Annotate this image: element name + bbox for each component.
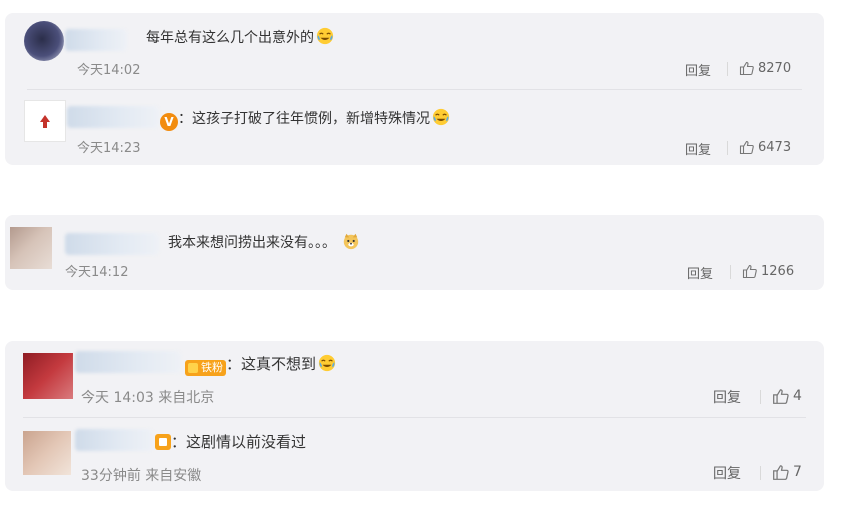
- comment-text: 每年总有这么几个出意外的: [146, 27, 334, 47]
- comment-card-2: 我本来想问捞出来没有。。。 今天14:12 回复 1266: [5, 215, 824, 290]
- comment-time: 今天14:12: [65, 265, 129, 280]
- comment-text: 我本来想问捞出来没有。。。: [168, 232, 360, 252]
- username[interactable]: [65, 29, 127, 51]
- separator: [760, 390, 761, 404]
- logo-icon: [40, 115, 50, 128]
- reply-button[interactable]: 回复: [685, 139, 711, 158]
- reply-time: 33分钟前 来自安徽: [81, 468, 202, 484]
- reply-username[interactable]: [75, 429, 153, 451]
- reply-divider: [27, 89, 802, 90]
- separator: [727, 62, 728, 76]
- reply-avatar[interactable]: [23, 431, 71, 475]
- thumbs-up-icon: [773, 465, 789, 480]
- comment-time: 今天14:02: [77, 63, 141, 78]
- reply-button[interactable]: 回复: [687, 263, 713, 282]
- like-count: 1266: [761, 263, 795, 279]
- reply-time: 今天14:23: [77, 141, 141, 156]
- reply-button[interactable]: 回复: [713, 387, 741, 407]
- avatar[interactable]: [23, 353, 73, 399]
- like-count: 8270: [758, 60, 792, 76]
- thumbs-up-icon: [739, 61, 754, 76]
- like-count: 6473: [758, 139, 792, 155]
- avatar[interactable]: [24, 21, 64, 61]
- separator: [730, 265, 731, 279]
- comment-card-3: 铁粉 ：这真不想到 今天 14:03 来自北京 回复 4 ：这剧情以前没看过 33…: [5, 341, 824, 491]
- verified-badge: V: [160, 113, 178, 131]
- like-count: 4: [793, 388, 802, 404]
- thumbs-up-icon: [742, 264, 757, 279]
- fan-badge: 铁粉: [185, 360, 226, 376]
- reply-text: ：这剧情以前没看过: [155, 431, 306, 452]
- reply-text: V ：这孩子打破了往年惯例，新增特殊情况: [160, 108, 450, 131]
- comment-text: 铁粉 ：这真不想到: [185, 353, 336, 376]
- separator: [760, 466, 761, 480]
- laugh-cry-emoji-icon: [316, 27, 334, 45]
- like-button[interactable]: 6473: [739, 139, 791, 155]
- laugh-cry-emoji-icon: [318, 354, 336, 372]
- avatar[interactable]: [10, 227, 52, 269]
- thumbs-up-icon: [739, 140, 754, 155]
- username[interactable]: [65, 233, 159, 255]
- laugh-cry-emoji-icon: [432, 108, 450, 126]
- username[interactable]: [75, 351, 181, 373]
- like-button[interactable]: 4: [772, 387, 802, 405]
- thumbs-up-icon: [773, 389, 789, 404]
- separator: [727, 141, 728, 155]
- reply-username[interactable]: [67, 106, 159, 128]
- reply-avatar[interactable]: [24, 100, 66, 142]
- fan-badge-icon: [155, 434, 171, 450]
- like-button[interactable]: 7: [772, 463, 802, 481]
- reply-divider: [23, 417, 806, 418]
- like-button[interactable]: 8270: [739, 60, 791, 76]
- doge-emoji-icon: [343, 233, 359, 250]
- reply-button[interactable]: 回复: [713, 463, 741, 483]
- like-button[interactable]: 1266: [742, 263, 794, 279]
- reply-button[interactable]: 回复: [685, 60, 711, 79]
- comment-card-1: 每年总有这么几个出意外的 今天14:02 回复 8270 V ：这孩子打破了往年惯…: [5, 13, 824, 165]
- comment-time: 今天 14:03 来自北京: [81, 390, 215, 406]
- like-count: 7: [793, 464, 802, 480]
